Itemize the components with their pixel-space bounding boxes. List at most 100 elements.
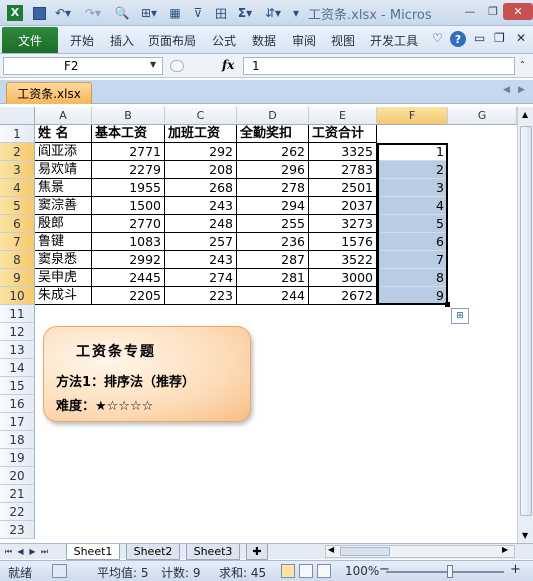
sequence-cell[interactable]: 4 [377,197,448,215]
horizontal-scrollbar[interactable]: ◀ ▶ [325,545,515,558]
restore-icon[interactable]: ❐ [482,3,504,20]
formula-divider-handle[interactable] [170,60,184,72]
scroll-up-icon[interactable]: ▲ [522,110,528,119]
first-sheet-icon[interactable]: ⏮ [3,545,14,558]
customize-qa-icon[interactable]: ▾ [290,4,302,22]
zoom-in-icon[interactable]: + [510,562,521,577]
sequence-cell[interactable]: 1 [377,143,448,161]
borders-icon[interactable]: 田 [212,4,230,22]
value-cell[interactable]: 2205 [92,287,165,305]
page-break-view-icon[interactable] [317,564,331,578]
row-header-22[interactable]: 22 [0,503,35,521]
value-cell[interactable]: 2279 [92,161,165,179]
insert-function-icon[interactable]: fx [222,58,234,72]
tab-data[interactable]: 数据 [252,32,276,49]
sheet-tab-1[interactable]: Sheet1 [66,544,120,560]
value-cell[interactable]: 2037 [309,197,377,215]
sequence-cell[interactable]: 9 [377,287,448,305]
value-cell[interactable]: 2771 [92,143,165,161]
tab-file[interactable]: 文件 [2,27,58,53]
name-cell[interactable]: 窦淙善 [35,197,92,215]
header-cell[interactable]: 基本工资 [92,125,165,143]
tab-developer[interactable]: 开发工具 [370,32,418,49]
row-header-23[interactable]: 23 [0,521,35,539]
help-icon[interactable]: ? [450,31,466,47]
ribbon-collapse-icon[interactable]: ♡ [432,31,443,45]
callout-shape[interactable]: 工资条专题 方法1：排序法（推荐） 难度：★☆☆☆☆ [43,326,251,422]
row-header-11[interactable]: 11 [0,305,35,323]
tab-page-layout[interactable]: 页面布局 [148,32,196,49]
value-cell[interactable]: 2672 [309,287,377,305]
value-cell[interactable]: 1500 [92,197,165,215]
row-header-8[interactable]: 8 [0,251,35,269]
excel-app-icon[interactable]: X [4,4,26,22]
value-cell[interactable]: 3273 [309,215,377,233]
name-cell[interactable]: 焦景 [35,179,92,197]
calc-icon[interactable]: ▦ [166,4,184,22]
value-cell[interactable]: 2992 [92,251,165,269]
vertical-scroll-thumb[interactable] [520,126,532,516]
row-header-17[interactable]: 17 [0,413,35,431]
prev-sheet-icon[interactable]: ◀ [15,545,26,558]
next-sheet-icon[interactable]: ▶ [27,545,38,558]
row-header-15[interactable]: 15 [0,377,35,395]
zoom-slider-knob[interactable] [447,565,453,578]
header-cell[interactable]: 工资合计 [309,125,377,143]
value-cell[interactable]: 1576 [309,233,377,251]
row-header-4[interactable]: 4 [0,179,35,197]
tab-insert[interactable]: 插入 [110,32,134,49]
sequence-cell[interactable]: 8 [377,269,448,287]
value-cell[interactable]: 1955 [92,179,165,197]
tab-home[interactable]: 开始 [70,32,94,49]
row-header-12[interactable]: 12 [0,323,35,341]
macro-record-icon[interactable] [52,564,67,578]
value-cell[interactable]: 208 [165,161,237,179]
name-cell[interactable]: 鲁键 [35,233,92,251]
value-cell[interactable]: 3000 [309,269,377,287]
column-header-e[interactable]: E [309,107,377,125]
tab-view[interactable]: 视图 [331,32,355,49]
value-cell[interactable]: 296 [237,161,309,179]
autofill-options-icon[interactable]: ⊞ [451,308,469,324]
sheet-tab-2[interactable]: Sheet2 [126,544,180,560]
value-cell[interactable]: 243 [165,197,237,215]
name-box[interactable]: F2 [3,57,163,75]
last-sheet-icon[interactable]: ⏭ [39,545,50,558]
row-header-19[interactable]: 19 [0,449,35,467]
tab-formulas[interactable]: 公式 [212,32,236,49]
value-cell[interactable]: 257 [165,233,237,251]
sequence-cell[interactable]: 6 [377,233,448,251]
value-cell[interactable]: 255 [237,215,309,233]
column-header-d[interactable]: D [237,107,309,125]
header-cell[interactable]: 加班工资 [165,125,237,143]
value-cell[interactable]: 236 [237,233,309,251]
column-header-f[interactable]: F [377,107,448,125]
tab-scroll-right-icon[interactable]: ▶ [518,85,525,95]
row-header-14[interactable]: 14 [0,359,35,377]
value-cell[interactable]: 268 [165,179,237,197]
ribbon-minimize-icon[interactable]: ▭ [474,31,485,45]
value-cell[interactable]: 281 [237,269,309,287]
fill-handle[interactable] [445,302,450,307]
column-header-b[interactable]: B [92,107,165,125]
value-cell[interactable]: 223 [165,287,237,305]
row-header-10[interactable]: 10 [0,287,35,305]
column-header-a[interactable]: A [35,107,92,125]
horizontal-scroll-thumb[interactable] [340,547,390,556]
close-icon[interactable]: ✕ [503,3,533,20]
column-header-c[interactable]: C [165,107,237,125]
value-cell[interactable]: 1083 [92,233,165,251]
select-all-corner[interactable] [0,107,35,125]
undo-icon[interactable]: ↶▾ [52,4,74,22]
value-cell[interactable]: 2445 [92,269,165,287]
name-cell[interactable]: 朱成斗 [35,287,92,305]
row-header-18[interactable]: 18 [0,431,35,449]
row-header-9[interactable]: 9 [0,269,35,287]
value-cell[interactable]: 274 [165,269,237,287]
sort-icon[interactable]: ⇵▾ [262,4,284,22]
value-cell[interactable]: 244 [237,287,309,305]
filter-icon[interactable]: ⊽ [188,4,208,22]
tab-review[interactable]: 审阅 [292,32,316,49]
value-cell[interactable]: 248 [165,215,237,233]
row-header-2[interactable]: 2 [0,143,35,161]
